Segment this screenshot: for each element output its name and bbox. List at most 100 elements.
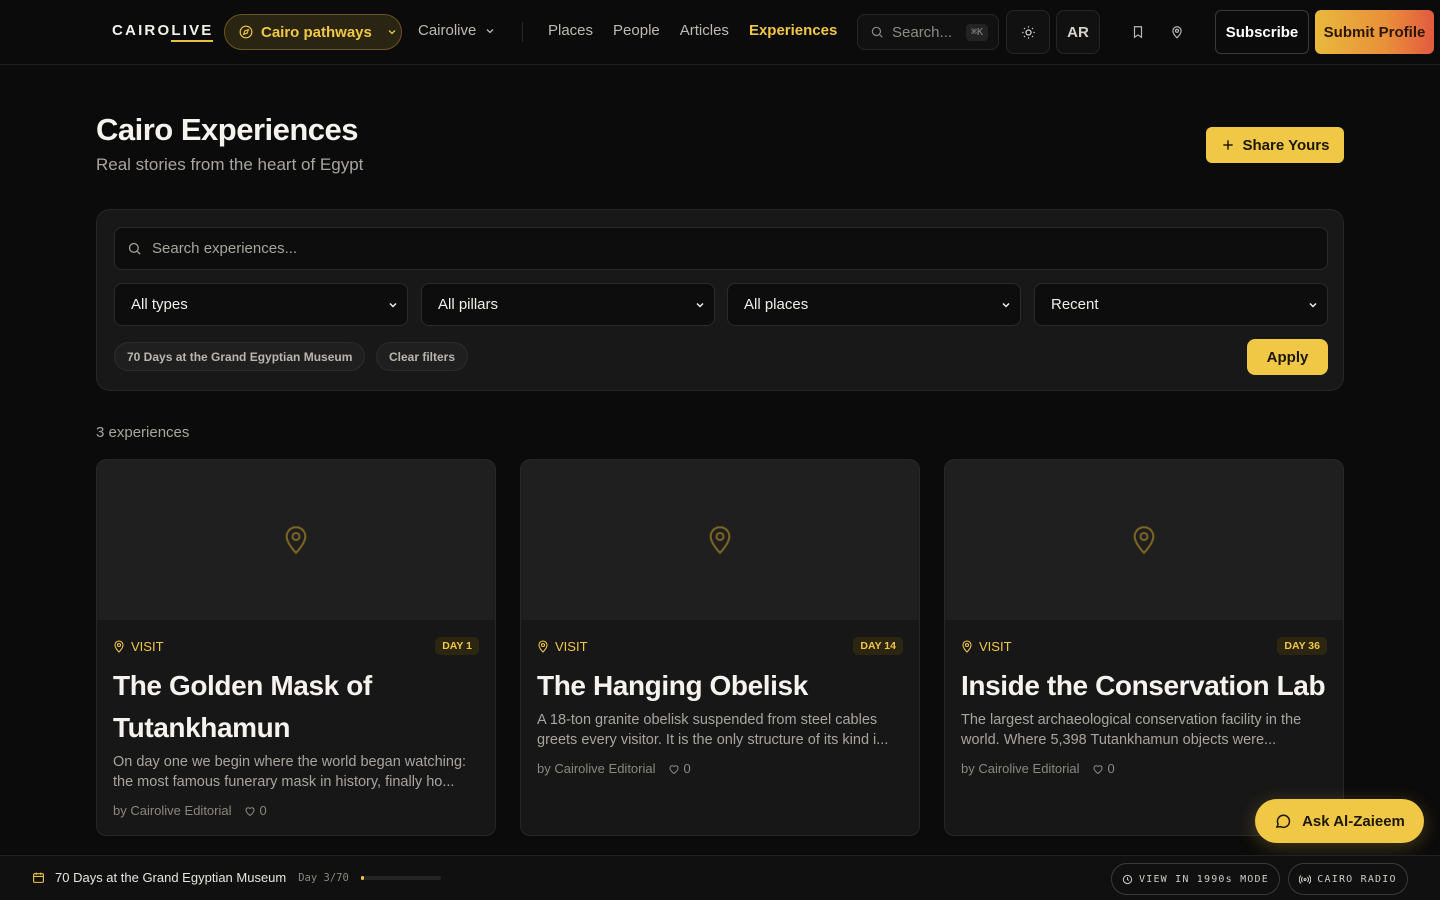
nav-divider bbox=[522, 22, 523, 42]
card-meta: VISIT DAY 1 bbox=[113, 637, 479, 655]
map-pin-icon bbox=[706, 524, 734, 556]
experience-card[interactable]: VISIT DAY 1 The Golden Mask of Tutankham… bbox=[96, 459, 496, 836]
card-image-placeholder bbox=[945, 460, 1343, 620]
chevron-down-icon bbox=[1307, 299, 1319, 311]
card-day-badge: DAY 36 bbox=[1277, 637, 1327, 655]
map-pin-icon bbox=[537, 639, 549, 653]
page-title: Cairo Experiences bbox=[96, 112, 359, 147]
like-button[interactable]: 0 bbox=[244, 803, 267, 818]
card-title[interactable]: The Hanging Obelisk bbox=[537, 665, 905, 707]
retro-mode-label: VIEW IN 1990s MODE bbox=[1139, 873, 1269, 885]
series-progress[interactable]: 70 Days at the Grand Egyptian Museum Day… bbox=[32, 870, 441, 885]
type-select-value: All types bbox=[131, 296, 188, 313]
sort-select-value: Recent bbox=[1051, 296, 1099, 313]
chevron-down-icon bbox=[386, 26, 398, 38]
experience-card[interactable]: VISIT DAY 14 The Hanging Obelisk A 18-to… bbox=[520, 459, 920, 836]
site-menu-dropdown[interactable]: Cairolive bbox=[418, 22, 496, 39]
chevron-down-icon bbox=[694, 299, 706, 311]
series-title: 70 Days at the Grand Egyptian Museum bbox=[55, 870, 287, 885]
theme-toggle-button[interactable] bbox=[1006, 10, 1050, 54]
card-meta: VISIT DAY 36 bbox=[961, 637, 1327, 655]
clock-icon bbox=[1122, 874, 1133, 885]
place-select[interactable]: All places bbox=[727, 283, 1021, 326]
global-search-button[interactable]: Search... ⌘K bbox=[857, 14, 999, 50]
nav-link-articles[interactable]: Articles bbox=[680, 22, 729, 39]
chevron-down-icon bbox=[484, 25, 496, 37]
share-yours-label: Share Yours bbox=[1242, 136, 1330, 154]
results-count: 3 experiences bbox=[96, 424, 190, 441]
card-author: by Cairolive Editorial bbox=[113, 803, 232, 818]
map-pin-icon bbox=[113, 639, 125, 653]
card-excerpt: The largest archaeological conservation … bbox=[961, 712, 1302, 748]
chevron-down-icon bbox=[387, 299, 399, 311]
experience-card[interactable]: VISIT DAY 36 Inside the Conservation Lab… bbox=[944, 459, 1344, 836]
logo-text-cairo: CAIRO bbox=[112, 22, 172, 39]
card-image-placeholder bbox=[97, 460, 495, 620]
clear-filters-button[interactable]: Clear filters bbox=[376, 342, 469, 371]
card-type: VISIT bbox=[131, 638, 164, 654]
chevron-down-icon bbox=[1000, 299, 1012, 311]
card-byline: by Cairolive Editorial 0 bbox=[113, 803, 267, 818]
sort-select[interactable]: Recent bbox=[1034, 283, 1328, 326]
place-select-value: All places bbox=[744, 296, 809, 313]
search-shortcut-badge: ⌘K bbox=[965, 23, 988, 41]
map-pin-icon[interactable] bbox=[1170, 24, 1184, 40]
site-logo[interactable]: CAIROLIVE bbox=[112, 22, 214, 42]
ask-assistant-button[interactable]: Ask Al-Zaieem bbox=[1255, 799, 1424, 843]
experience-search-input[interactable] bbox=[152, 240, 1302, 257]
top-navigation: CAIROLIVE Cairo pathways Cairolive Place… bbox=[0, 0, 1440, 65]
cairo-radio-label: CAIRO RADIO bbox=[1317, 873, 1397, 885]
page-subtitle: Real stories from the heart of Egypt bbox=[96, 155, 364, 174]
logo-text-live: LIVE bbox=[171, 22, 214, 42]
share-yours-button[interactable]: Share Yours bbox=[1206, 127, 1344, 163]
search-icon bbox=[870, 25, 884, 39]
card-day-badge: DAY 14 bbox=[853, 637, 903, 655]
chat-icon bbox=[1274, 812, 1292, 830]
series-day-counter: Day 3/70 bbox=[298, 871, 349, 884]
cairo-pathways-button[interactable]: Cairo pathways bbox=[224, 14, 402, 50]
card-type: VISIT bbox=[979, 638, 1012, 654]
card-meta: VISIT DAY 14 bbox=[537, 637, 903, 655]
pillar-select-value: All pillars bbox=[438, 296, 499, 313]
active-filter-chip[interactable]: 70 Days at the Grand Egyptian Museum bbox=[114, 342, 366, 371]
card-image-placeholder bbox=[521, 460, 919, 620]
radio-icon bbox=[1299, 874, 1312, 885]
nav-link-experiences[interactable]: Experiences bbox=[749, 22, 837, 39]
card-excerpt: On day one we begin where the world bega… bbox=[113, 754, 467, 790]
main-nav-links: Places People Articles Experiences bbox=[548, 22, 837, 39]
card-excerpt: A 18-ton granite obelisk suspended from … bbox=[537, 712, 889, 748]
map-pin-icon bbox=[961, 639, 973, 653]
series-progress-track bbox=[360, 875, 441, 880]
series-progress-fill bbox=[360, 875, 365, 880]
compass-icon bbox=[239, 25, 253, 39]
apply-filters-button[interactable]: Apply bbox=[1247, 339, 1328, 375]
card-author: by Cairolive Editorial bbox=[537, 761, 656, 776]
calendar-icon bbox=[32, 871, 45, 884]
pillar-select[interactable]: All pillars bbox=[421, 283, 715, 326]
pathways-label: Cairo pathways bbox=[261, 23, 372, 41]
card-byline: by Cairolive Editorial 0 bbox=[961, 761, 1115, 776]
card-byline: by Cairolive Editorial 0 bbox=[537, 761, 691, 776]
card-title[interactable]: Inside the Conservation Lab bbox=[961, 665, 1329, 707]
submit-profile-button[interactable]: Submit Profile bbox=[1315, 10, 1434, 54]
like-count: 0 bbox=[259, 803, 267, 818]
cairo-radio-button[interactable]: CAIRO RADIO bbox=[1288, 863, 1408, 895]
language-toggle-button[interactable]: AR bbox=[1056, 10, 1100, 54]
filter-panel: All types All pillars All places Recent … bbox=[96, 209, 1344, 391]
ask-assistant-label: Ask Al-Zaieem bbox=[1302, 812, 1405, 830]
card-title[interactable]: The Golden Mask of Tutankhamun bbox=[113, 665, 481, 749]
like-button[interactable]: 0 bbox=[1092, 761, 1115, 776]
card-day-badge: DAY 1 bbox=[435, 637, 479, 655]
experience-search-box[interactable] bbox=[114, 227, 1328, 270]
type-select[interactable]: All types bbox=[114, 283, 408, 326]
like-count: 0 bbox=[1107, 761, 1115, 776]
like-button[interactable]: 0 bbox=[668, 761, 691, 776]
subscribe-button[interactable]: Subscribe bbox=[1215, 10, 1309, 54]
nav-link-people[interactable]: People bbox=[613, 22, 660, 39]
bookmark-icon[interactable] bbox=[1131, 24, 1145, 40]
card-author: by Cairolive Editorial bbox=[961, 761, 1080, 776]
map-pin-icon bbox=[1130, 524, 1158, 556]
retro-mode-button[interactable]: VIEW IN 1990s MODE bbox=[1111, 863, 1280, 895]
heart-icon bbox=[1092, 763, 1104, 775]
nav-link-places[interactable]: Places bbox=[548, 22, 593, 39]
